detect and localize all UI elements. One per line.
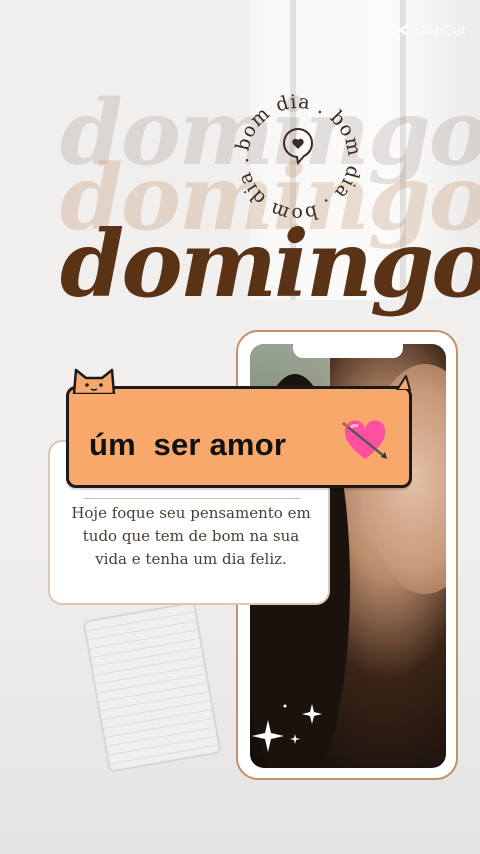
heart-with-arrow-emoji [342,420,387,459]
phone-notch [293,344,403,358]
bom-dia-badge: bom dia . bom dia . bom dia . [231,91,366,225]
badge-ring-text: bom dia . bom dia . bom dia . [231,91,365,225]
capcut-watermark: CapCut [390,22,466,38]
watermark-text: CapCut [415,22,466,38]
heart-speech-bubble-icon [282,128,314,166]
quote-divider [84,498,300,499]
sparkles-icon [252,704,322,752]
cat-ears-icon [72,368,116,394]
quote-text: Hoje foque seu pensamento em tudo que te… [71,504,311,568]
svg-text:bom dia . bom dia . bom dia .: bom dia . bom dia . bom dia . [231,91,366,225]
capcut-logo-icon [390,23,409,37]
sticker-text: úm ser amor [89,427,287,462]
label-corner-ear-icon [396,375,411,390]
sticker-label: úm ser amor [66,386,412,488]
